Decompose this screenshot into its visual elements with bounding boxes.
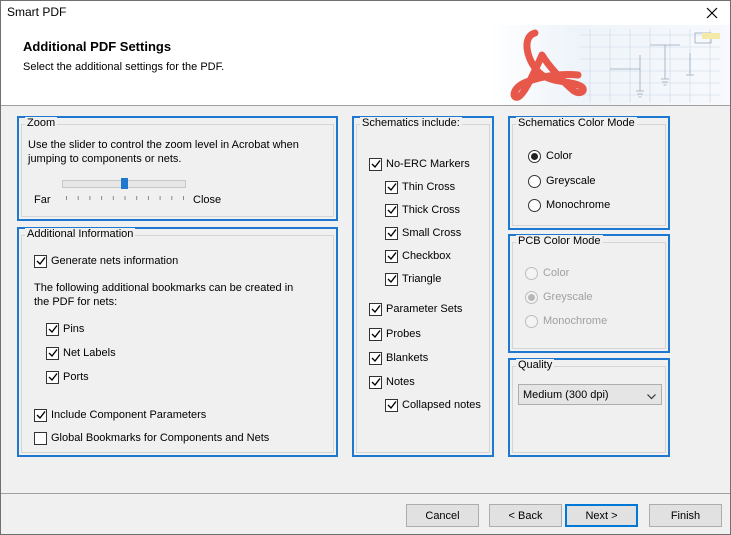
checkbox-checked-icon[interactable] [385,203,398,217]
acrobat-logo-icon [490,25,730,105]
quality-label: Quality [516,359,555,371]
pcb-color-radio-monochrome: Monochrome [525,313,607,329]
page-title: Additional PDF Settings [23,39,172,54]
checkbox-checked-icon[interactable] [369,157,382,171]
include-component-params-checkbox[interactable]: Include Component Parameters [34,407,206,423]
pcb-color-mode-group: PCB Color Mode Color Greyscale Monochrom… [508,234,670,353]
checkbox-checked-icon[interactable] [385,226,398,240]
checkbox-checked-icon[interactable] [385,272,398,286]
parameter-sets-checkbox[interactable]: Parameter Sets [369,301,462,317]
smart-pdf-window: Smart PDF Additional PDF Settings Select… [0,0,731,535]
pcb-color-radio-color: Color [525,265,569,281]
close-icon[interactable] [702,3,722,23]
bookmarks-description: The following additional bookmarks can b… [34,282,294,308]
radio-unselected-icon[interactable] [528,198,541,212]
additional-info-group-label: Additional Information [25,228,136,240]
checkbox-marker-checkbox[interactable]: Checkbox [385,248,451,264]
net-labels-checkbox[interactable]: Net Labels [46,345,116,361]
pins-checkbox[interactable]: Pins [46,321,84,337]
zoom-slider-ticks [66,196,184,200]
pcb-color-radio-greyscale: Greyscale [525,289,593,305]
checkbox-checked-icon[interactable] [369,375,382,389]
radio-selected-icon[interactable] [528,149,541,163]
no-erc-markers-checkbox[interactable]: No-ERC Markers [369,156,470,172]
probes-checkbox[interactable]: Probes [369,326,421,342]
back-button[interactable]: < Back [489,504,562,527]
radio-disabled-icon [525,314,538,328]
wizard-header: Additional PDF Settings Select the addit… [1,25,730,105]
checkbox-checked-icon[interactable] [46,346,59,360]
radio-disabled-selected-icon [525,290,538,304]
checkbox-unchecked-icon[interactable] [34,431,47,445]
blankets-checkbox[interactable]: Blankets [369,350,428,366]
wizard-footer: Cancel < Back Next > Finish [1,493,730,534]
sch-color-radio-greyscale[interactable]: Greyscale [528,173,596,189]
thin-cross-checkbox[interactable]: Thin Cross [385,179,455,195]
schematics-include-label: Schematics include: [360,117,462,129]
checkbox-checked-icon[interactable] [34,254,47,268]
triangle-checkbox[interactable]: Triangle [385,271,441,287]
title-bar: Smart PDF [1,1,730,25]
small-cross-checkbox[interactable]: Small Cross [385,225,461,241]
page-subtitle: Select the additional settings for the P… [23,61,225,73]
zoom-group: Zoom Use the slider to control the zoom … [17,116,338,221]
notes-checkbox[interactable]: Notes [369,374,415,390]
schematics-include-group: Schematics include: No-ERC Markers Thin … [352,116,494,457]
collapsed-notes-checkbox[interactable]: Collapsed notes [385,397,481,413]
zoom-slider-thumb[interactable] [120,178,128,189]
schematics-color-mode-group: Schematics Color Mode Color Greyscale Mo… [508,116,670,230]
next-button[interactable]: Next > [565,504,638,527]
checkbox-checked-icon[interactable] [34,408,47,422]
thick-cross-checkbox[interactable]: Thick Cross [385,202,460,218]
settings-panel: Zoom Use the slider to control the zoom … [1,106,730,493]
checkbox-checked-icon[interactable] [369,327,382,341]
quality-dropdown[interactable]: Medium (300 dpi) [518,384,662,405]
zoom-close-label: Close [193,194,222,206]
checkbox-checked-icon[interactable] [385,180,398,194]
zoom-description: Use the slider to control the zoom level… [28,139,299,165]
chevron-down-icon[interactable] [647,391,656,403]
checkbox-checked-icon[interactable] [46,322,59,336]
generate-nets-checkbox[interactable]: Generate nets information [34,253,178,269]
schematics-color-mode-label: Schematics Color Mode [516,117,637,129]
cancel-button[interactable]: Cancel [406,504,479,527]
checkbox-checked-icon[interactable] [385,249,398,263]
zoom-group-label: Zoom [25,117,58,129]
radio-unselected-icon[interactable] [528,174,541,188]
additional-info-group: Additional Information Generate nets inf… [17,227,338,457]
zoom-far-label: Far [34,194,51,206]
checkbox-checked-icon[interactable] [369,351,382,365]
window-title: Smart PDF [7,5,67,19]
checkbox-checked-icon[interactable] [385,398,398,412]
finish-button[interactable]: Finish [649,504,722,527]
checkbox-checked-icon[interactable] [46,370,59,384]
pcb-color-mode-label: PCB Color Mode [516,235,603,247]
sch-color-radio-monochrome[interactable]: Monochrome [528,197,610,213]
ports-checkbox[interactable]: Ports [46,369,89,385]
sch-color-radio-color[interactable]: Color [528,148,572,164]
checkbox-checked-icon[interactable] [369,302,382,316]
radio-disabled-icon [525,266,538,280]
global-bookmarks-checkbox[interactable]: Global Bookmarks for Components and Nets [34,430,269,446]
quality-group: Quality Medium (300 dpi) [508,358,670,457]
